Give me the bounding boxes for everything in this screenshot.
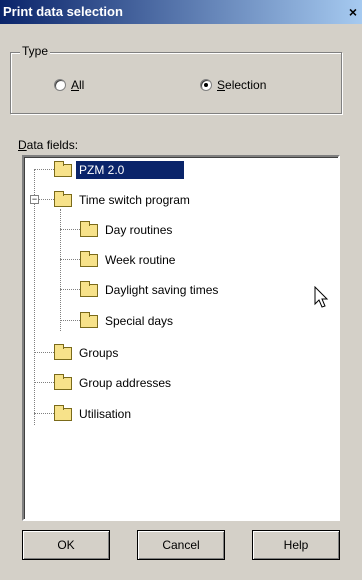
- tree-item-label[interactable]: Group addresses: [76, 375, 174, 391]
- tree-item-daylight-saving-times[interactable]: Daylight saving times: [80, 280, 221, 299]
- tree-branch-line: [34, 169, 56, 170]
- tree-item-group-addresses[interactable]: Group addresses: [54, 373, 174, 392]
- radio-selection-circle[interactable]: [200, 79, 212, 91]
- radio-selection-label[interactable]: Selection: [217, 78, 266, 92]
- tree-item-week-routine[interactable]: Week routine: [80, 250, 178, 269]
- type-legend: Type: [20, 44, 51, 58]
- close-icon[interactable]: ×: [344, 2, 362, 22]
- window-title: Print data selection: [3, 4, 123, 19]
- folder-icon: [54, 190, 72, 207]
- tree-child-line: [60, 209, 61, 331]
- cancel-button[interactable]: Cancel: [137, 530, 225, 560]
- collapse-icon[interactable]: −: [30, 195, 39, 204]
- folder-icon: [80, 220, 98, 237]
- tree-root-line: [34, 169, 35, 425]
- tree-item-utilisation[interactable]: Utilisation: [54, 404, 134, 423]
- folder-icon: [80, 311, 98, 328]
- radio-all-label[interactable]: All: [71, 78, 84, 92]
- tree-item-time-switch-program[interactable]: Time switch program: [54, 190, 193, 209]
- tree-branch-line: [34, 352, 56, 353]
- radio-selection[interactable]: Selection: [200, 78, 266, 92]
- tree-item-label[interactable]: Special days: [102, 313, 176, 329]
- tree-item-label[interactable]: Daylight saving times: [102, 282, 221, 298]
- tree-item-groups[interactable]: Groups: [54, 343, 121, 362]
- tree-branch-line: [60, 259, 80, 260]
- tree-branch-line: [60, 289, 80, 290]
- radio-all[interactable]: All: [54, 78, 84, 92]
- folder-icon: [54, 160, 72, 177]
- mouse-cursor-icon: [314, 286, 329, 308]
- radio-all-circle[interactable]: [54, 79, 66, 91]
- folder-icon: [80, 280, 98, 297]
- folder-icon: [54, 343, 72, 360]
- tree-item-day-routines[interactable]: Day routines: [80, 220, 175, 239]
- folder-icon: [80, 250, 98, 267]
- tree-item-pzm[interactable]: PZM 2.0: [54, 160, 185, 179]
- help-button[interactable]: Help: [252, 530, 340, 560]
- tree-item-label[interactable]: Groups: [76, 345, 121, 361]
- tree-item-label[interactable]: PZM 2.0: [76, 161, 185, 179]
- tree-branch-line: [60, 320, 80, 321]
- folder-icon: [54, 373, 72, 390]
- title-bar: Print data selection ×: [0, 0, 362, 24]
- folder-icon: [54, 404, 72, 421]
- tree-item-label[interactable]: Time switch program: [76, 192, 193, 208]
- tree-item-label[interactable]: Day routines: [102, 222, 175, 238]
- tree-item-label[interactable]: Week routine: [102, 252, 178, 268]
- tree-branch-line: [60, 229, 80, 230]
- tree-branch-line: [34, 382, 56, 383]
- data-fields-tree[interactable]: − PZM 2.0 Time switch program Day routin…: [22, 155, 340, 521]
- ok-button[interactable]: OK: [22, 530, 110, 560]
- tree-branch-line: [34, 413, 56, 414]
- data-fields-label: Data fields:: [18, 138, 79, 152]
- tree-item-label[interactable]: Utilisation: [76, 406, 134, 422]
- tree-item-special-days[interactable]: Special days: [80, 311, 176, 330]
